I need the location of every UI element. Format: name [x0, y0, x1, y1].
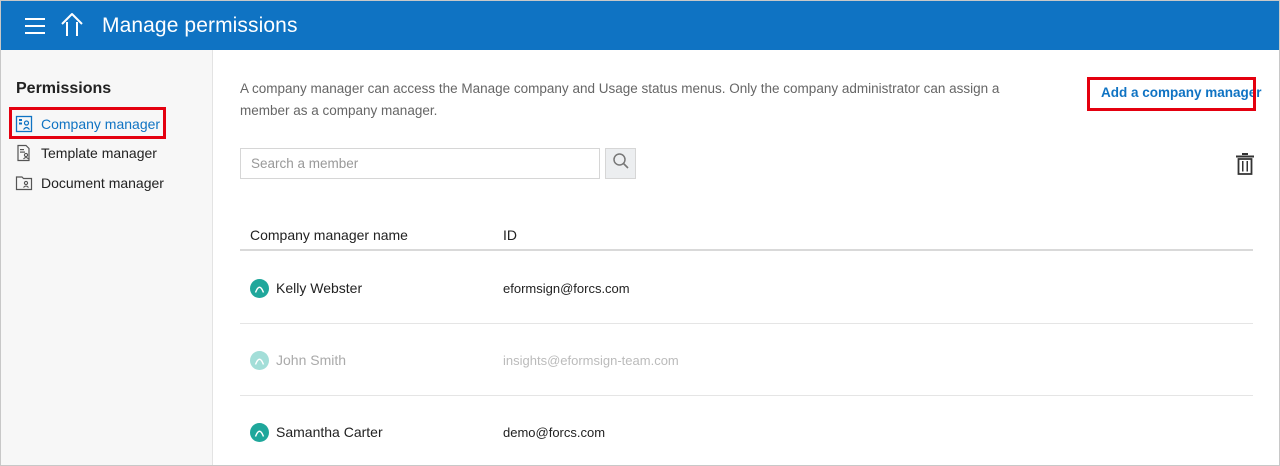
page-title: Manage permissions [102, 14, 298, 37]
member-id: insights@eformsign-team.com [503, 353, 679, 368]
column-header-name: Company manager name [250, 227, 408, 243]
template-manager-icon [15, 144, 33, 162]
highlight-box-company-manager [9, 107, 166, 139]
top-bar: Manage permissions [1, 1, 1279, 50]
member-name: John Smith [276, 352, 347, 368]
table-row[interactable]: Samantha Carter demo@forcs.com [240, 396, 1253, 466]
search-icon [612, 152, 630, 175]
description-text: A company manager can access the Manage … [240, 81, 1000, 118]
search-button[interactable] [605, 148, 636, 179]
highlight-box-add-button [1087, 77, 1256, 111]
trash-icon [1234, 153, 1256, 181]
sidebar-title: Permissions [16, 80, 112, 97]
member-name: Samantha Carter [276, 424, 383, 440]
sidebar-item-template-manager[interactable]: Template manager [15, 141, 157, 165]
home-icon[interactable] [59, 12, 85, 38]
hamburger-menu-icon[interactable] [23, 14, 47, 38]
table-row[interactable]: John Smith insights@eformsign-team.com [240, 324, 1253, 396]
table-header-divider [240, 249, 1253, 251]
avatar [250, 423, 269, 442]
search-input[interactable] [240, 148, 600, 179]
column-header-id: ID [503, 227, 517, 243]
member-id: eformsign@forcs.com [503, 281, 630, 296]
sidebar: Permissions Company manager Template man [1, 50, 213, 465]
sidebar-item-label: Template manager [41, 145, 157, 161]
member-id: demo@forcs.com [503, 425, 606, 440]
delete-button[interactable] [1234, 151, 1256, 177]
table-row[interactable]: Kelly Webster eformsign@forcs.com [240, 252, 1253, 324]
document-manager-icon [15, 174, 33, 192]
sidebar-item-label: Document manager [41, 175, 164, 191]
avatar [250, 351, 269, 370]
member-name: Kelly Webster [276, 280, 363, 296]
avatar [250, 279, 269, 298]
sidebar-item-document-manager[interactable]: Document manager [15, 171, 164, 195]
